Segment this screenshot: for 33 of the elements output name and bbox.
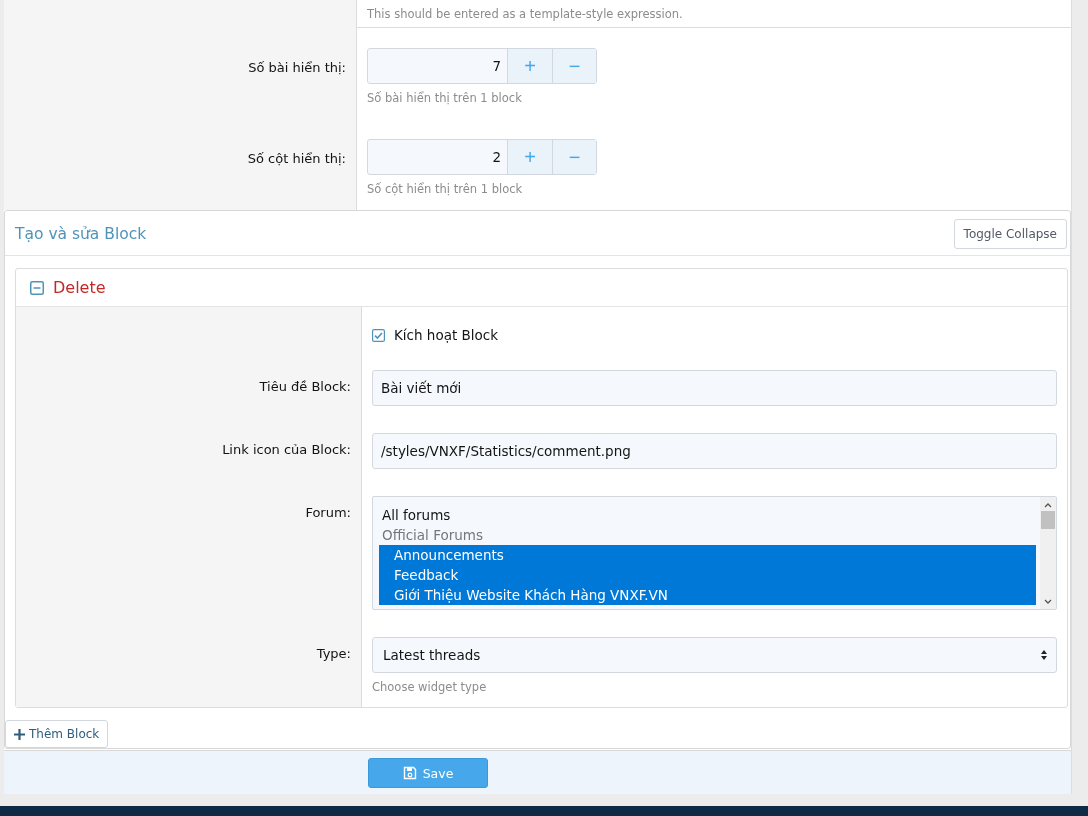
- list-option[interactable]: Feedback: [379, 565, 1036, 585]
- hint-text: This should be entered as a template-style expression.: [357, 7, 1071, 28]
- sort-arrows-icon: [1040, 649, 1048, 661]
- list-option[interactable]: Giới Thiệu Website Khách Hàng VNXF.VN: [379, 585, 1036, 605]
- checkbox-label: Kích hoạt Block: [394, 327, 499, 343]
- list-option[interactable]: All forums: [379, 505, 1036, 525]
- text-field[interactable]: /styles/VNXF/Statistics/comment.png: [372, 433, 1057, 469]
- forum-list[interactable]: All forums Official Forums Announcements Feedback Giới Thiệu Website Khách Hàng VNXF.VN: [372, 496, 1057, 610]
- scrollbar-thumb[interactable]: [1041, 511, 1055, 529]
- field-label: Forum:: [305, 505, 351, 520]
- scroll-up-icon[interactable]: [1043, 501, 1053, 509]
- hint-text: Số cột hiển thị trên 1 block: [367, 182, 524, 196]
- block-title: Delete: [53, 278, 106, 297]
- add-block-button[interactable]: Thêm Block: [5, 720, 109, 748]
- panel-title: Tạo và sửa Block: [15, 225, 147, 243]
- toggle-collapse-button[interactable]: Toggle Collapse: [953, 219, 1067, 249]
- hint-text: Choose widget type: [372, 680, 488, 694]
- checkbox[interactable]: [372, 328, 385, 342]
- plus-icon: [14, 728, 25, 740]
- save-icon: [402, 766, 417, 780]
- scrollbar[interactable]: [1040, 497, 1056, 609]
- field-label: Số cột hiển thị:: [247, 151, 346, 166]
- text-field[interactable]: Bài viết mới: [372, 370, 1057, 406]
- collapse-icon[interactable]: [30, 280, 44, 295]
- type-select[interactable]: Latest threads: [372, 637, 1057, 673]
- field-label: Type:: [316, 646, 351, 661]
- list-group-label: Official Forums: [381, 526, 484, 545]
- field-label: Link icon của Block:: [222, 442, 351, 457]
- hint-text: Số bài hiển thị trên 1 block: [367, 91, 523, 105]
- field-label: Số bài hiển thị:: [248, 60, 346, 75]
- scroll-down-icon[interactable]: [1043, 598, 1053, 606]
- field-label: Tiêu đề Block:: [259, 379, 351, 394]
- list-option[interactable]: Announcements: [379, 545, 1036, 565]
